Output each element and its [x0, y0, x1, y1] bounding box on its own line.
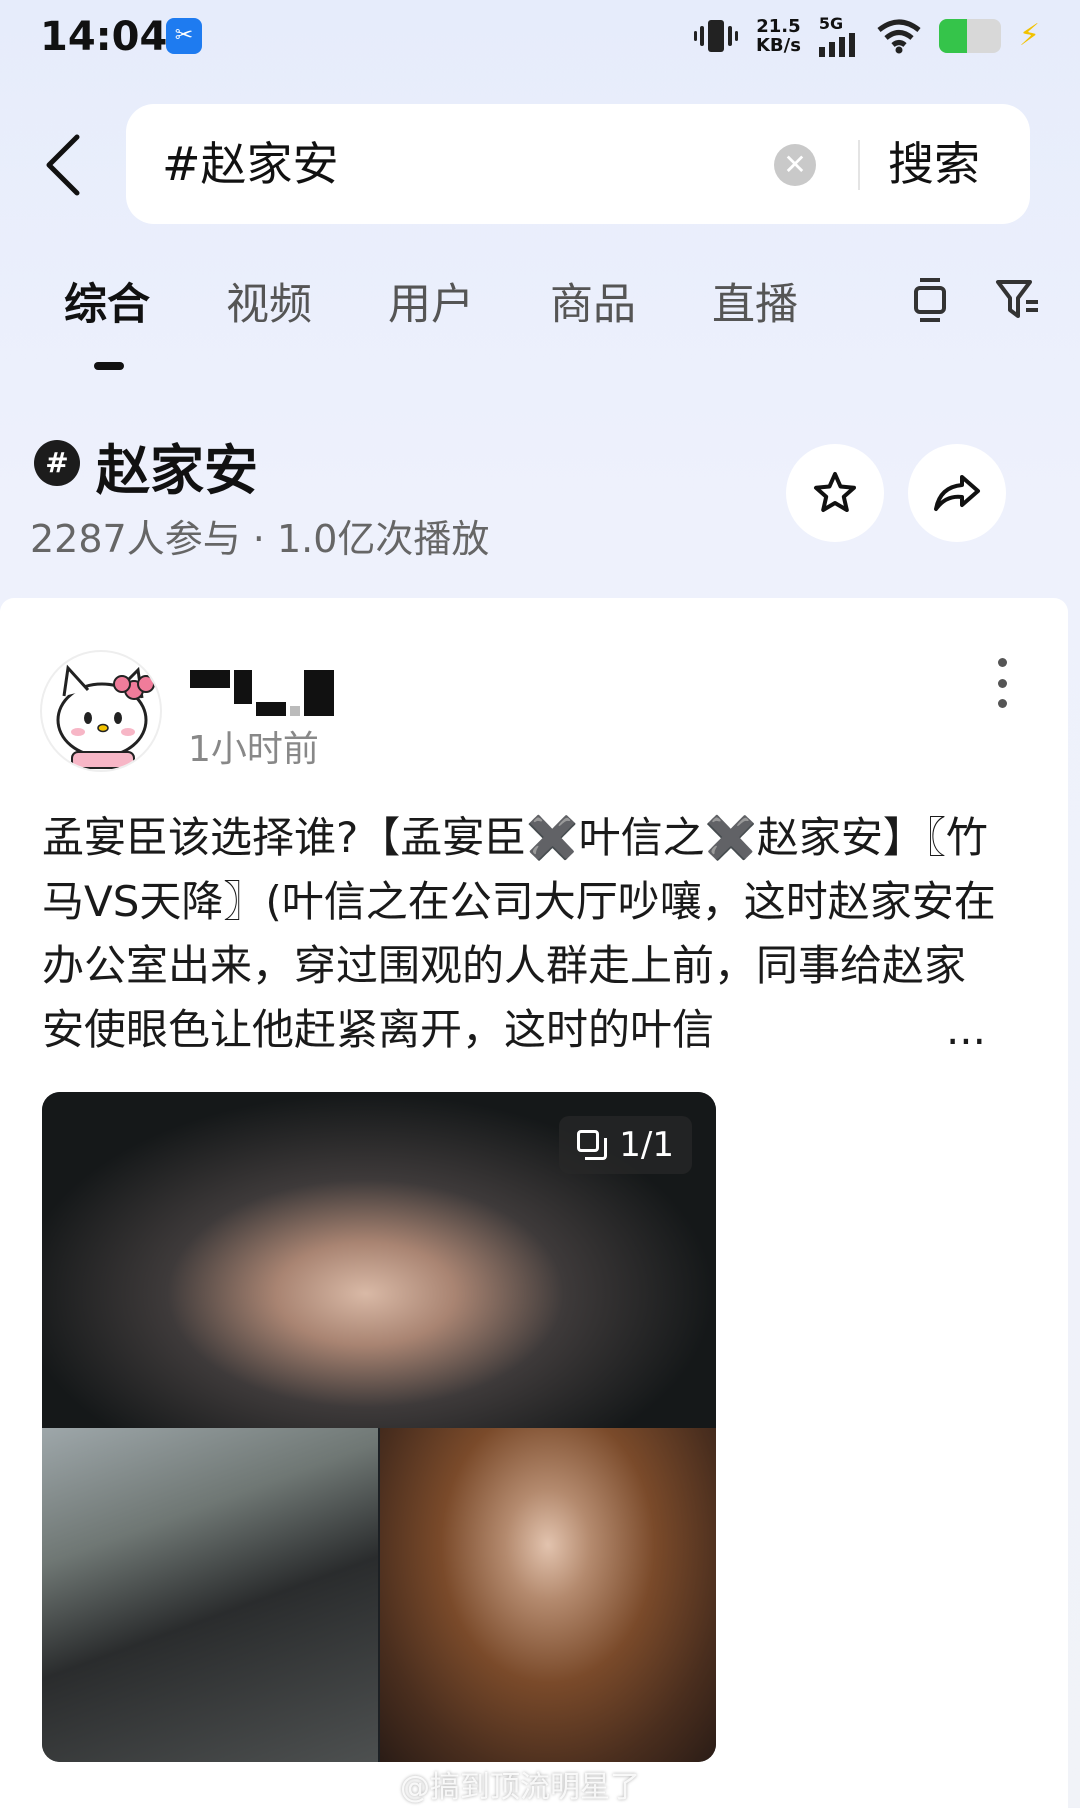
tab-bar: 综合 视频 用户 商品 直播	[0, 270, 1080, 380]
photo-brown-jacket	[380, 1428, 716, 1762]
search-divider	[858, 140, 860, 190]
tab-users[interactable]: 用户	[388, 270, 474, 332]
author-avatar[interactable]	[40, 650, 162, 772]
network-type: 5G	[818, 14, 844, 33]
hello-kitty-avatar	[56, 664, 155, 769]
battery-icon	[938, 18, 1001, 53]
layout-icon[interactable]	[906, 276, 954, 324]
share-button[interactable]	[908, 444, 1006, 542]
post-text-ellipsis: ...	[945, 998, 986, 1062]
net-speed: 21.5 KB/s	[755, 15, 801, 56]
favorite-button[interactable]	[786, 444, 884, 542]
cellular-signal: 5G	[818, 14, 859, 57]
clear-icon[interactable]: ✕	[774, 144, 816, 186]
post-card[interactable]: 1小时前 孟宴臣该选择谁?【孟宴臣✖️叶信之✖️赵家安】〖竹马VS天降〗(叶信之…	[0, 598, 1068, 1808]
image-counter-badge: 1/1	[559, 1116, 692, 1174]
tab-comprehensive[interactable]: 综合	[64, 270, 150, 332]
search-button[interactable]: 搜索	[888, 104, 980, 224]
back-button[interactable]	[28, 120, 98, 210]
status-time: 14:04	[40, 14, 168, 60]
status-icons: 21.5 KB/s 5G ⚡	[693, 14, 1040, 57]
photo-office-scene	[42, 1428, 378, 1762]
image-counter-text: 1/1	[619, 1125, 674, 1165]
watermark: @搞到顶流明星了	[400, 1770, 640, 1805]
tab-video[interactable]: 视频	[226, 270, 312, 332]
status-bar: 14:04 ✂ 21.5 KB/s 5G ⚡	[0, 0, 1080, 82]
battery-fill	[938, 18, 967, 53]
post-image-collage[interactable]: 1/1	[42, 1092, 716, 1762]
tab-products[interactable]: 商品	[550, 270, 636, 332]
filter-icon[interactable]	[994, 276, 1042, 324]
search-input[interactable]	[162, 104, 762, 224]
charging-icon: ⚡	[1018, 18, 1040, 53]
gallery-icon	[577, 1130, 608, 1160]
post-text[interactable]: 孟宴臣该选择谁?【孟宴臣✖️叶信之✖️赵家安】〖竹马VS天降〗(叶信之在公司大厅…	[42, 806, 1002, 1062]
search-box: ✕ 搜索	[126, 104, 1030, 224]
vibrate-icon	[693, 19, 738, 52]
chevron-left-icon	[46, 134, 80, 196]
share-icon	[934, 475, 980, 511]
topic-stats: 2287人参与 · 1.0亿次播放	[30, 517, 490, 561]
star-icon	[814, 472, 856, 512]
hashtag-icon: #	[34, 440, 80, 486]
scissors-app-icon: ✂	[166, 18, 202, 54]
tab-live[interactable]: 直播	[712, 270, 798, 332]
post-time: 1小时前	[188, 729, 319, 770]
signal-icon	[818, 33, 855, 57]
author-name-redacted[interactable]	[190, 664, 334, 716]
active-tab-indicator	[94, 362, 124, 370]
topic-title: 赵家安	[96, 439, 258, 502]
wifi-icon	[877, 19, 921, 53]
more-options-button[interactable]	[990, 658, 1014, 708]
post-text-body: 孟宴臣该选择谁?【孟宴臣✖️叶信之✖️赵家安】〖竹马VS天降〗(叶信之在公司大厅…	[42, 813, 996, 1054]
